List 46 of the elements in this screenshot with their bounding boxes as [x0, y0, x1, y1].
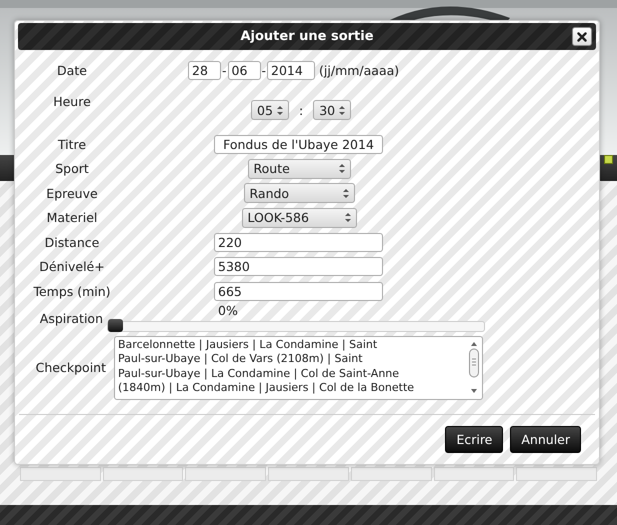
spinner-arrows-icon	[338, 163, 344, 174]
close-icon	[577, 32, 587, 42]
minute-spinner[interactable]: 30	[313, 100, 352, 120]
field-label: Titre	[56, 136, 88, 152]
text-line: (1840m) | La Condamine | Jausiers | Col de la Bonette	[118, 381, 414, 396]
field-label: Materiel	[46, 210, 98, 225]
text-line: Paul-sur-Ubaye | Col de Vars (2108m) | Saint	[118, 352, 363, 366]
field-label: Checkpoint	[34, 360, 107, 375]
separator: -	[222, 62, 227, 78]
dropdown[interactable]: LOOK-586	[242, 208, 356, 228]
dialog-button[interactable]: Ecrire	[445, 426, 504, 452]
dialog-button[interactable]: Annuler	[510, 426, 581, 452]
text-line: Barcelonnette | Jausiers | La Condamine | Saint	[118, 338, 378, 352]
close-button[interactable]	[572, 27, 592, 46]
dialog-title: Ajouter une sortie	[240, 29, 374, 44]
field-label: Temps (min)	[32, 284, 112, 298]
day-field[interactable]: 28	[188, 60, 221, 80]
format-hint: (jj/mm/aaaa)	[319, 62, 400, 78]
dropdown[interactable]: Route	[248, 158, 350, 178]
slider-value: 0%	[218, 304, 239, 318]
spinner-arrows-icon	[277, 104, 283, 116]
field-label: Aspiration	[38, 310, 104, 326]
year-field[interactable]: 2014	[267, 60, 316, 80]
field-label: Distance	[44, 234, 100, 250]
text-line: Paul-sur-Ubaye | La Condamine | Col de Saint-Anne	[118, 366, 400, 381]
text-field[interactable]: 220	[214, 232, 383, 252]
slider-track[interactable]	[107, 320, 485, 332]
field-label: Epreuve	[45, 186, 99, 200]
text-field[interactable]: 665	[214, 282, 383, 300]
month-field[interactable]: 06	[228, 60, 261, 80]
field-label: Heure	[52, 94, 92, 109]
text-field[interactable]: Fondus de l'Ubaye 2014	[214, 134, 383, 154]
field-label: Dénivelé+	[38, 259, 106, 274]
field-label: Date	[56, 62, 88, 78]
slider-thumb[interactable]	[108, 318, 123, 332]
separator: :	[299, 102, 304, 118]
spinner-arrows-icon	[342, 188, 348, 198]
text-field[interactable]: 5380	[214, 257, 383, 276]
text-area[interactable]: Barcelonnette | Jausiers | La Condamine | Saint Paul-sur-Ubaye | Col de Vars (2108m) | Saint Paul-sur-Ubaye | La Condamine | Col de Saint-Anne (1840m) | La Condamine | Jausiers | Col de la Bonette	[114, 336, 483, 400]
field-label: Sport	[54, 161, 90, 176]
spinner-arrows-icon	[344, 212, 350, 223]
separator: -	[262, 62, 266, 78]
dropdown[interactable]: Rando	[244, 183, 354, 203]
spinner-arrows-icon	[339, 104, 346, 116]
status-light-icon	[604, 155, 613, 164]
hour-spinner[interactable]: 05	[251, 100, 289, 120]
